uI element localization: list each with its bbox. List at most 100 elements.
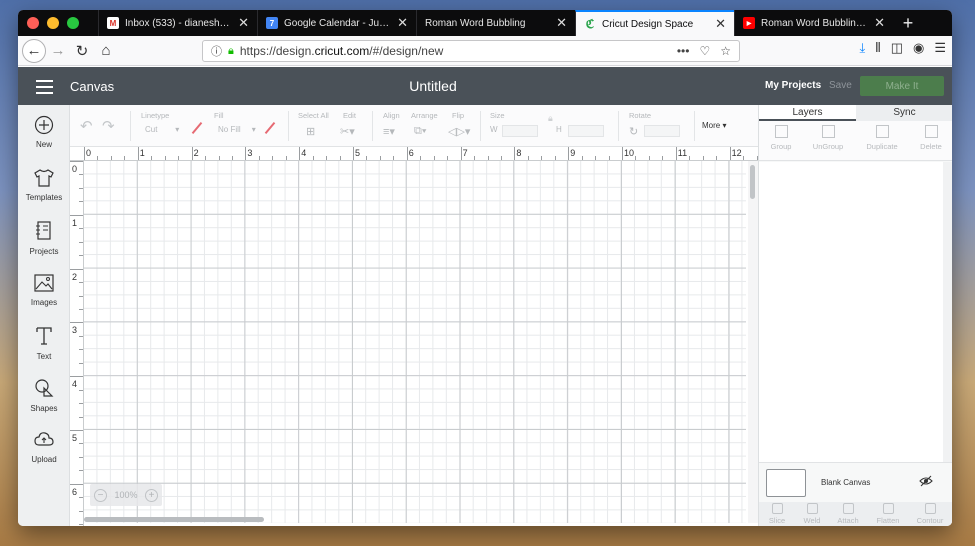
sidebar-item-text[interactable]: Text xyxy=(18,325,70,362)
ruler-tick xyxy=(137,147,139,160)
fill-select[interactable]: No Fill ▾ xyxy=(218,125,256,134)
scroll-thumb[interactable] xyxy=(750,165,755,199)
design-canvas-grid[interactable] xyxy=(84,161,746,523)
new-tab-button[interactable]: + xyxy=(893,10,923,36)
width-input[interactable] xyxy=(502,125,538,137)
canvas-vertical-scrollbar[interactable] xyxy=(748,161,758,523)
library-icon[interactable]: ⫴ xyxy=(875,40,880,56)
forward-button[interactable]: → xyxy=(46,39,70,63)
tab-gmail[interactable]: M Inbox (533) - dianesheline@g ✕ xyxy=(98,10,257,36)
sidebar-item-shapes[interactable]: Shapes xyxy=(18,377,70,414)
attach-button[interactable]: Attach xyxy=(835,503,861,525)
sidebar-item-images[interactable]: Images xyxy=(18,273,70,308)
layers-scrollbar[interactable] xyxy=(943,162,952,462)
reload-button[interactable]: ↻ xyxy=(70,39,94,63)
account-icon[interactable]: ◉ xyxy=(913,40,924,56)
linetype-select[interactable]: Cut ▾ xyxy=(145,125,179,134)
rotate-input[interactable] xyxy=(644,125,680,137)
downloads-icon[interactable]: ⤓ xyxy=(859,40,865,56)
flip-icon[interactable]: ◁▷▾ xyxy=(448,125,470,138)
close-tab-icon[interactable]: ✕ xyxy=(715,16,726,32)
select-all-icon[interactable]: ⊞ xyxy=(306,125,315,138)
ruler-tick xyxy=(79,362,83,364)
ruler-tick xyxy=(622,147,623,160)
zoom-out-button[interactable]: − xyxy=(94,488,107,502)
back-button[interactable]: ← xyxy=(22,38,46,63)
align-icon[interactable]: ≡▾ xyxy=(383,125,395,138)
linetype-label: Linetype xyxy=(141,111,170,120)
url-text[interactable]: https://design.cricut.com/#/design/new xyxy=(240,44,677,58)
sidebar-item-projects[interactable]: Projects xyxy=(18,220,70,257)
url-bar[interactable]: ⓘ 🔒︎ https://design.cricut.com/#/design/… xyxy=(202,40,740,62)
ruler-x-label: 7 xyxy=(462,148,468,158)
canvas-horizontal-scrollbar[interactable] xyxy=(84,517,264,522)
tab-roman-word-bubbling-tool[interactable]: ▶ Roman Word Bubbling Tool - ✕ xyxy=(734,10,893,36)
ruler-tick xyxy=(433,156,435,160)
more-dropdown[interactable]: More ▾ xyxy=(702,121,726,130)
sidebar-item-new[interactable]: New xyxy=(18,115,70,150)
ruler-tick xyxy=(729,147,731,160)
ruler-tick xyxy=(474,156,476,160)
close-tab-icon[interactable]: ✕ xyxy=(397,15,408,31)
close-tab-icon[interactable]: ✕ xyxy=(874,15,885,31)
sidebar-item-upload[interactable]: Upload xyxy=(18,430,70,465)
tab-cricut-design-space[interactable]: ℭ Cricut Design Space ✕ xyxy=(575,10,734,36)
menu-icon[interactable]: ☰ xyxy=(934,40,946,56)
pocket-icon[interactable]: ♡ xyxy=(699,44,710,58)
ruler-tick xyxy=(353,147,354,160)
zoom-in-button[interactable]: + xyxy=(145,488,158,502)
my-projects-link[interactable]: My Projects xyxy=(765,80,821,91)
ruler-x-label: 12 xyxy=(731,148,742,158)
lock-ratio-icon[interactable]: 🔒︎ xyxy=(548,113,553,124)
contour-button[interactable]: Contour xyxy=(915,503,945,525)
flatten-button[interactable]: Flatten xyxy=(874,503,902,525)
browser-window: M Inbox (533) - dianesheline@g ✕ 7 Googl… xyxy=(18,10,952,526)
rotate-icon[interactable]: ↻ xyxy=(629,125,638,138)
youtube-icon: ▶ xyxy=(743,17,755,29)
tab-label: Roman Word Bubbling xyxy=(425,17,526,29)
close-window-button[interactable] xyxy=(27,17,39,29)
home-button[interactable]: ⌂ xyxy=(94,39,118,63)
tab-sync[interactable]: Sync xyxy=(856,105,952,121)
arrange-icon[interactable]: ⧉▾ xyxy=(414,125,426,138)
tab-roman-word-bubbling[interactable]: Roman Word Bubbling ✕ xyxy=(416,10,575,36)
ruler-tick xyxy=(608,156,610,160)
ruler-tick xyxy=(79,255,83,257)
edit-scissors-icon[interactable]: ✂▾ xyxy=(340,125,355,138)
blank-canvas-swatch[interactable] xyxy=(766,469,806,497)
info-icon[interactable]: ⓘ xyxy=(211,43,222,59)
linetype-color-swatch[interactable] xyxy=(191,121,203,135)
align-label: Align xyxy=(383,111,400,120)
maximize-window-button[interactable] xyxy=(67,17,79,29)
ruler-tick xyxy=(541,156,543,160)
height-input[interactable] xyxy=(568,125,604,137)
close-tab-icon[interactable]: ✕ xyxy=(238,15,249,31)
duplicate-button[interactable]: Duplicate xyxy=(864,125,900,151)
make-it-button[interactable]: Make It xyxy=(860,76,944,96)
group-button[interactable]: Group xyxy=(767,125,795,151)
document-title[interactable]: Untitled xyxy=(18,78,848,94)
weld-button[interactable]: Weld xyxy=(801,503,823,525)
delete-button[interactable]: Delete xyxy=(918,125,944,151)
save-button[interactable]: Save xyxy=(829,80,852,91)
ruler-tick xyxy=(406,147,408,160)
sidebar-toggle-icon[interactable]: ◫ xyxy=(891,40,903,56)
ruler-tick xyxy=(110,156,112,160)
plus-circle-icon xyxy=(34,115,54,135)
close-tab-icon[interactable]: ✕ xyxy=(556,15,567,31)
slice-button[interactable]: Slice xyxy=(766,503,788,525)
fill-color-swatch[interactable] xyxy=(264,121,276,135)
hide-eye-icon[interactable] xyxy=(919,475,933,487)
tab-label: Inbox (533) - dianesheline@g xyxy=(125,17,232,29)
page-actions-icon[interactable]: ••• xyxy=(677,44,690,58)
minimize-window-button[interactable] xyxy=(47,17,59,29)
ungroup-button[interactable]: UnGroup xyxy=(811,125,845,151)
sidebar-item-templates[interactable]: Templates xyxy=(18,168,70,203)
redo-icon[interactable]: ↷ xyxy=(102,117,115,135)
blank-canvas-row[interactable]: Blank Canvas xyxy=(759,462,952,502)
ruler-x-label: 2 xyxy=(193,148,199,158)
bookmark-star-icon[interactable]: ☆ xyxy=(720,44,731,58)
tab-google-calendar[interactable]: 7 Google Calendar - June 2019 ✕ xyxy=(257,10,416,36)
undo-icon[interactable]: ↶ xyxy=(80,117,93,135)
tab-layers[interactable]: Layers xyxy=(759,105,856,121)
